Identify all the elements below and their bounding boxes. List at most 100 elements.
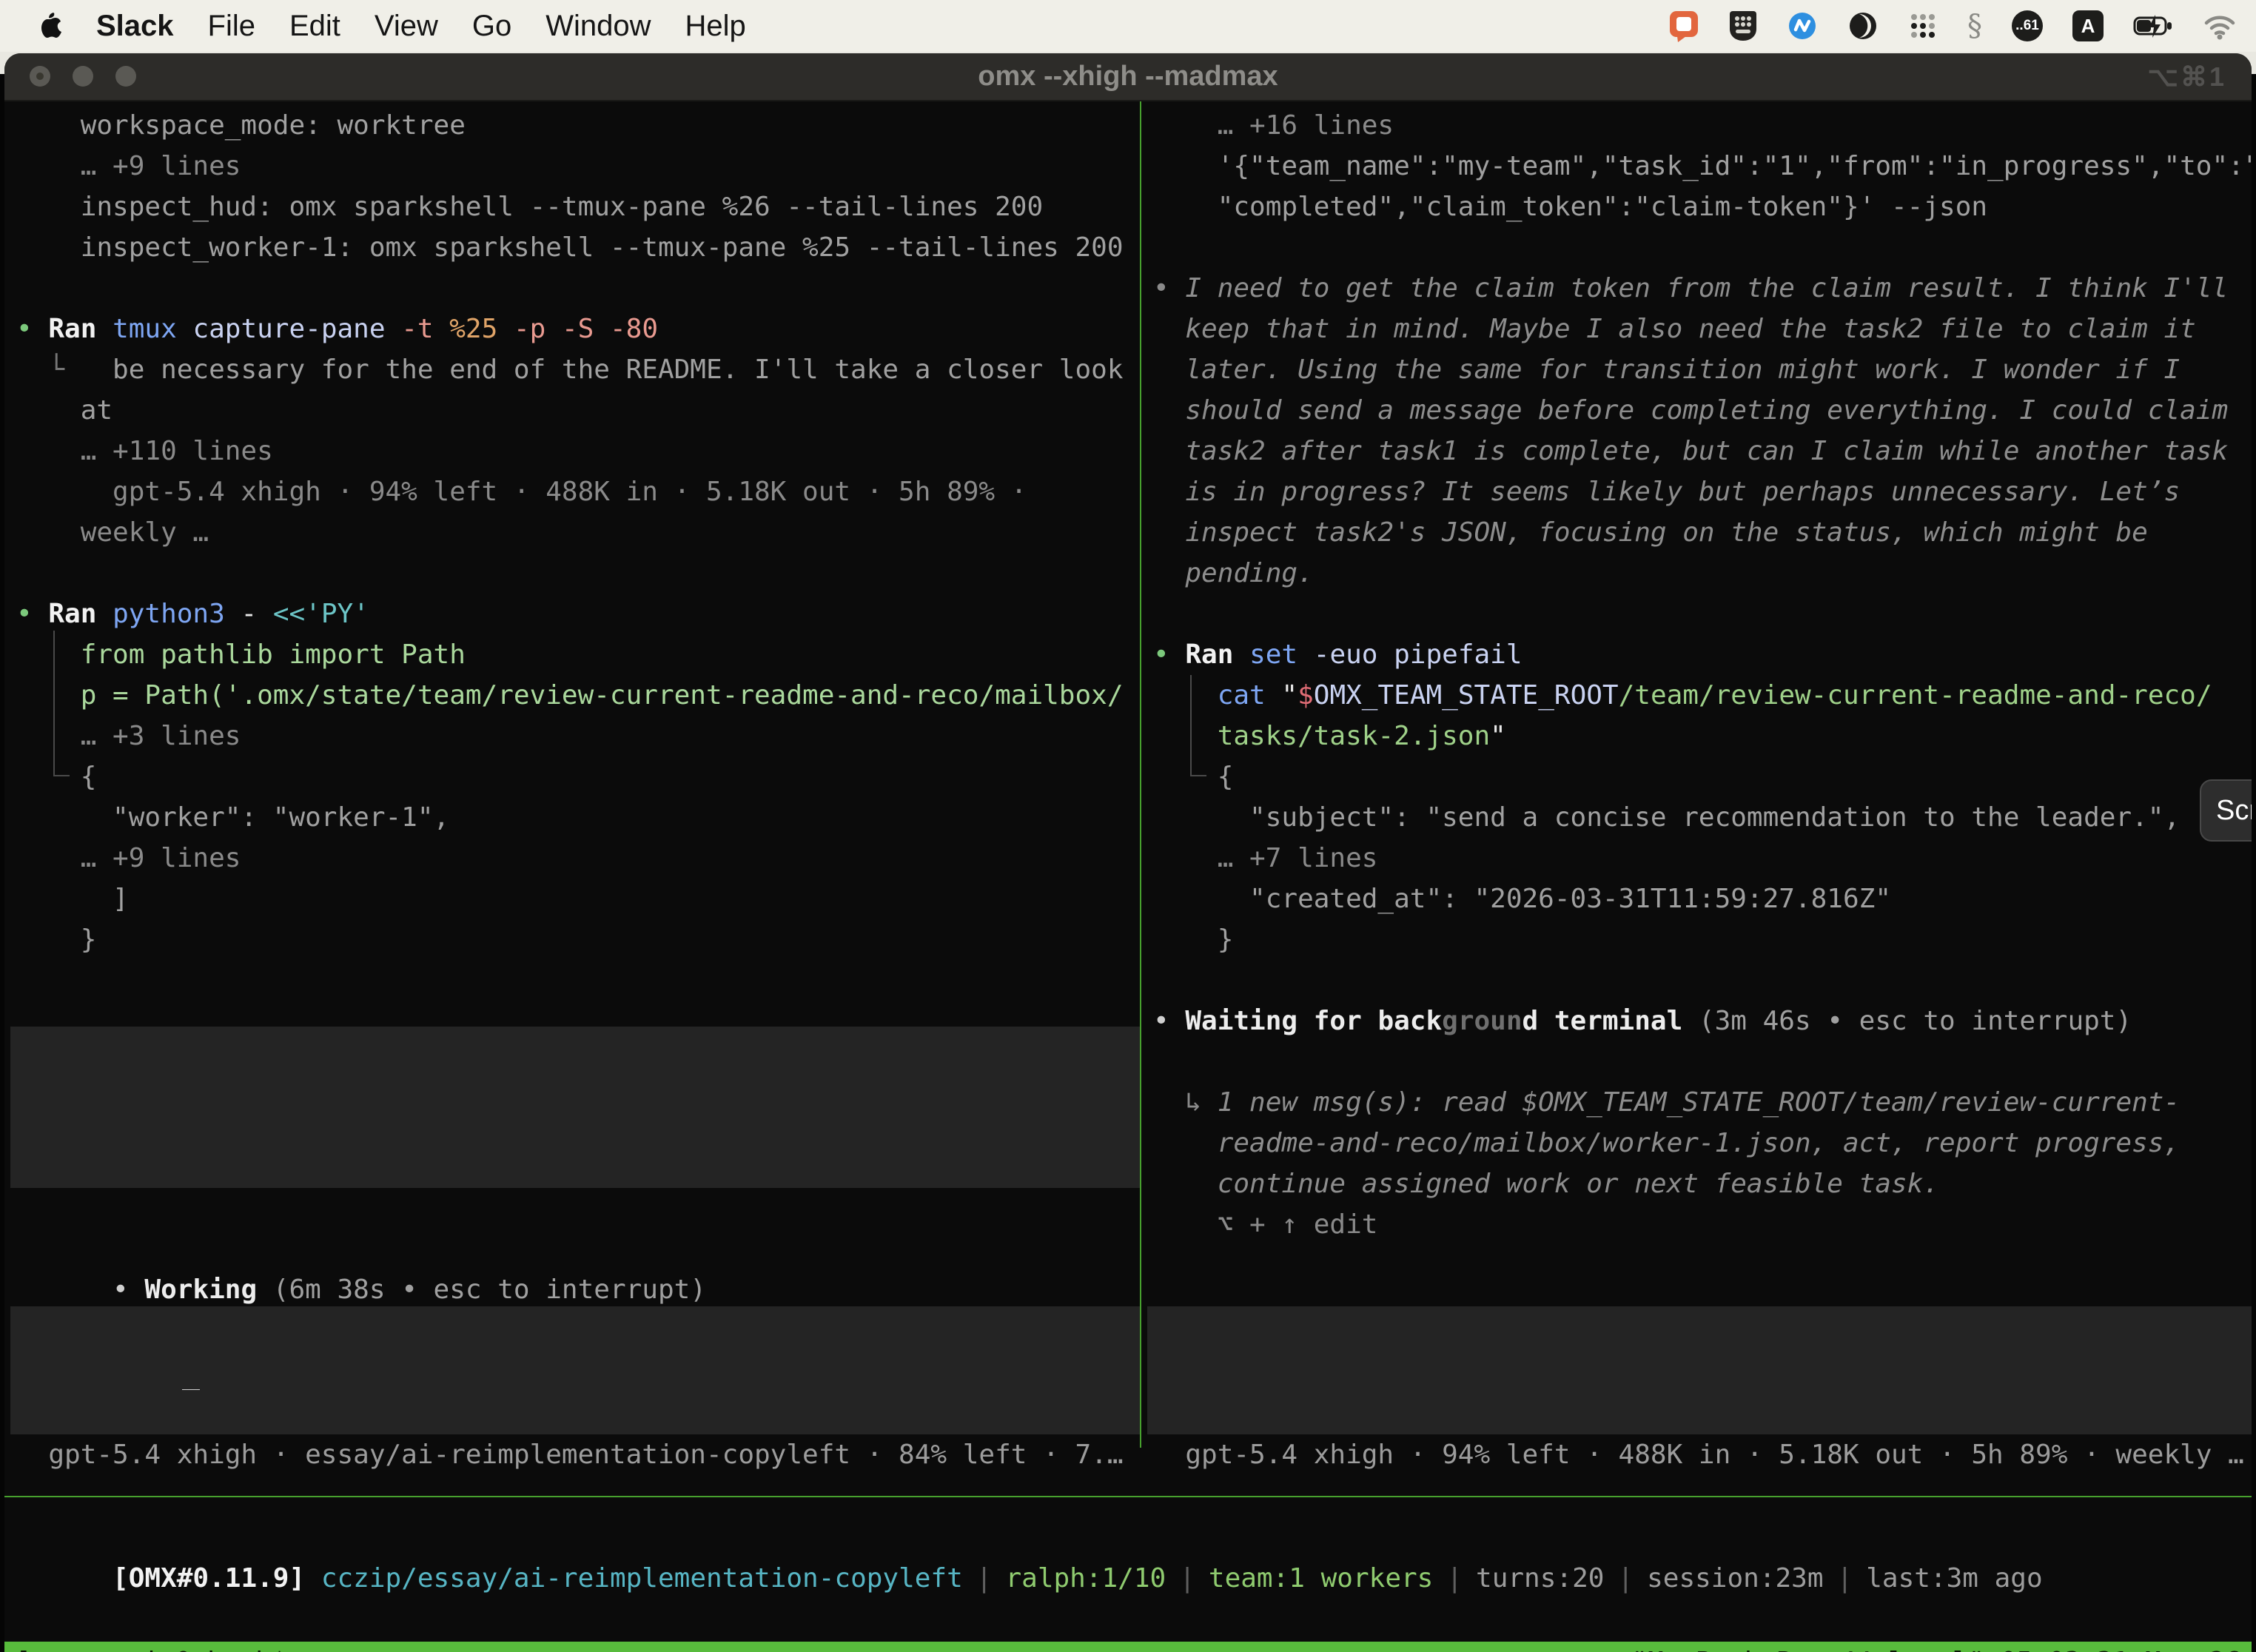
right-run-connector-foot [1190,775,1206,776]
ralph-loop-banner: › Ralph loop active continue [OMX_TMUX_I… [10,1027,1140,1188]
terminal-text-segment: workspace_mode: worktree [16,110,466,141]
terminal-text-segment: { [1153,762,1233,792]
terminal-text-segment: Ran [48,314,113,344]
terminal-line: • Ran python3 - <<'PY' [16,594,1140,634]
terminal-window: omx --xhigh --madmax ⌥⌘1 workspace_mode:… [4,53,2252,1652]
terminal-text-segment: d terminal [1523,1006,1683,1036]
omx-separator: | [1179,1563,1195,1594]
count-badge-icon[interactable]: ..61 [2012,10,2043,41]
section-glyph-icon[interactable]: § [1967,9,1982,43]
terminal-text-segment: … +9 lines [16,843,241,873]
crescent-app-icon[interactable] [1847,10,1879,41]
terminal-text-segment: └ [16,355,113,385]
working-label: Working [144,1275,257,1305]
terminal-line: • Waiting for background terminal (3m 46… [1153,1001,2252,1041]
terminal-line: continue assigned work or next feasible … [1153,1164,2252,1204]
left-model-status: gpt-5.4 xhigh · essay/ai-reimplementatio… [16,1434,1124,1475]
apple-icon[interactable] [37,11,62,41]
terminal-text-segment: groun [1442,1006,1522,1036]
chat-app-icon[interactable] [1668,10,1699,42]
terminal-text-segment: <<'PY' [273,599,369,629]
terminal-text-segment: later. Using the same for transition mig… [1153,355,2180,385]
dots-grid-icon[interactable] [1908,11,1938,41]
terminal-text-segment: be necessary for the end of the README. … [113,355,1123,385]
left-command-input[interactable]: › Improve documentation in @filename [10,1306,1140,1434]
menu-item-go[interactable]: Go [472,10,511,43]
terminal-text-segment: ↳ [1153,1087,1218,1118]
pane-divider[interactable] [1140,101,1141,1448]
terminal-text-segment: • [1153,1006,1185,1036]
terminal-line: tasks/task-2.json" [1153,716,2252,756]
terminal-line: "subject": "send a concise recommendatio… [1153,797,2252,838]
input-source-icon[interactable]: A [2072,10,2104,41]
terminal-text-segment: " [1281,680,1297,711]
terminal-text-segment: %25 [449,314,514,344]
right-pane-lines: … +16 lines '{"team_name":"my-team","tas… [1153,105,2252,1245]
terminal-text-segment: … +110 lines [16,436,273,466]
terminal-line: ] [16,879,1140,919]
terminal-text-segment: set [1249,639,1314,670]
terminal-line: at [16,390,1140,431]
working-detail: (6m 38s • esc to interrupt) [257,1275,706,1305]
terminal-text-segment: inspect task2's JSON, focusing on the st… [1153,517,2148,548]
terminal-text-segment: … +9 lines [16,151,241,181]
horizontal-divider [4,1496,2252,1497]
terminal-text-segment: ] [16,884,129,914]
terminal-text-segment: -euo pipefail [1314,639,1523,670]
terminal-line: … +16 lines [1153,105,2252,146]
right-run-connector-line [1190,675,1192,776]
terminal-text-segment: … +16 lines [1153,110,1394,141]
omx-repo: cczip/essay/ai-reimplementation-copyleft [321,1563,963,1594]
menu-item-window[interactable]: Window [545,10,651,43]
terminal-line: from pathlib import Path [16,634,1140,675]
terminal-text-segment: /team/review-current-readme-and-reco/ [1619,680,2212,711]
terminal-line: is in progress? It seems likely but perh… [1153,471,2252,512]
menu-item-help[interactable]: Help [685,10,746,43]
terminal-text-segment: inspect_worker-1: omx sparkshell --tmux-… [16,232,1124,263]
count-badge-text: ..61 [2015,18,2039,34]
terminal-text-segment: • [1153,273,1185,303]
terminal-line: ⌥ + ↑ edit [1153,1204,2252,1245]
terminal-line: gpt-5.4 xhigh · 94% left · 488K in · 5.1… [16,471,1140,512]
terminal-line: pending. [1153,553,2252,594]
menu-item-file[interactable]: File [208,10,255,43]
battery-charging-icon[interactable] [2133,11,2173,41]
window-titlebar[interactable]: omx --xhigh --madmax ⌥⌘1 [4,53,2252,101]
omx-separator: | [976,1563,993,1594]
terminal-line: inspect_worker-1: omx sparkshell --tmux-… [16,227,1140,268]
terminal-line: should send a message before completing … [1153,390,2252,431]
terminal-text-segment: - [225,599,273,629]
terminal-text-segment: … +3 lines [16,721,241,751]
omx-session: session:23m [1647,1563,1823,1594]
menu-item-edit[interactable]: Edit [289,10,340,43]
terminal-line: { [16,756,1140,797]
terminal-line [16,553,1140,594]
terminal-text-segment: } [16,924,96,955]
terminal-line: { [1153,756,2252,797]
terminal-line: } [16,919,1140,960]
menu-item-slack[interactable]: Slack [96,10,174,43]
terminal-line: • I need to get the claim token from the… [1153,268,2252,309]
right-terminal-pane[interactable]: … +16 lines '{"team_name":"my-team","tas… [1141,101,2252,1448]
terminal-line: … +9 lines [16,146,1140,187]
terminal-text-segment: "completed","claim_token":"claim-token"}… [1153,192,1987,222]
sync-badge-icon[interactable] [1787,10,1818,41]
menu-bar: Slack File Edit View Go Window Help § ..61 A [0,0,2256,52]
wifi-icon[interactable] [2203,11,2237,41]
right-command-input[interactable]: › Explain this codebase [1147,1306,2252,1434]
terminal-line: … +110 lines [16,431,1140,471]
menu-item-view[interactable]: View [375,10,438,43]
terminal-text-segment: I need to get the claim token from the c… [1185,273,2228,303]
right-model-status: gpt-5.4 xhigh · 94% left · 488K in · 5.1… [1153,1434,2244,1475]
terminal-text-segment: task2 after task1 is complete, but can I… [1153,436,2228,466]
keyboard-shield-icon[interactable] [1729,10,1757,42]
omx-separator: | [1837,1563,1853,1594]
terminal-line: inspect_hud: omx sparkshell --tmux-pane … [16,187,1140,227]
terminal-line: └ be necessary for the end of the README… [16,349,1140,390]
omx-status-bar: [OMX#0.11.9] cczip/essay/ai-reimplementa… [16,1517,2043,1558]
working-status-line: • Working (6m 38s • esc to interrupt) [16,1229,706,1269]
omx-team: team:1 workers [1209,1563,1433,1594]
terminal-text-segment: … +7 lines [1153,843,1377,873]
working-bullet: • [113,1275,144,1305]
terminal-line: inspect task2's JSON, focusing on the st… [1153,512,2252,553]
